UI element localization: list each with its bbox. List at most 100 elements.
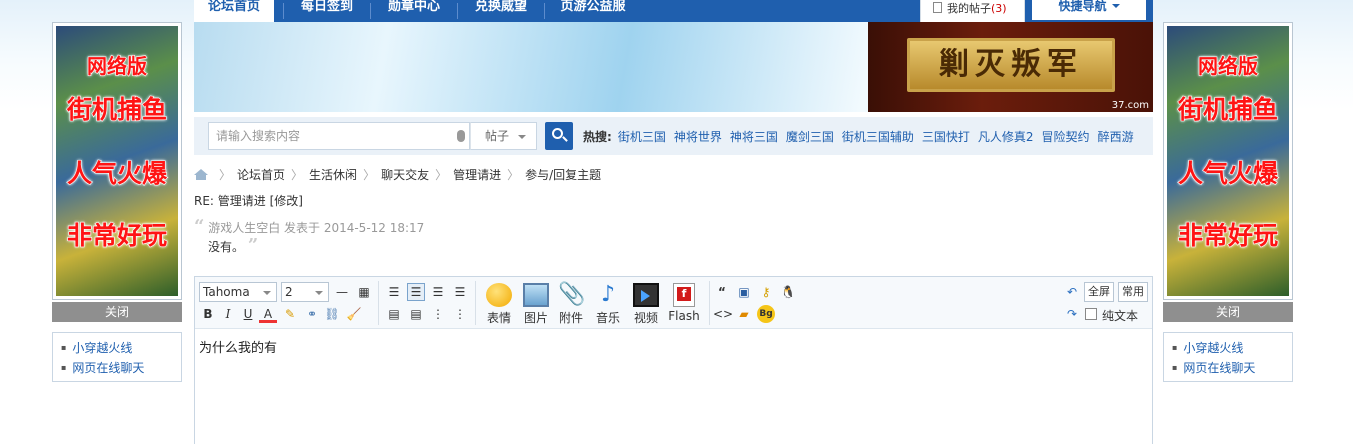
- side-link[interactable]: 小穿越火线: [61, 338, 181, 358]
- game-banner[interactable]: 剿灭叛军 37.com: [194, 22, 1153, 112]
- chevron-down-icon: [263, 291, 271, 295]
- password-key-icon[interactable]: ⚷: [757, 283, 775, 301]
- quick-nav-button[interactable]: 快捷导航: [1032, 0, 1146, 20]
- background-color-icon[interactable]: Bg: [757, 305, 775, 323]
- horizontal-rule-icon[interactable]: —: [333, 283, 351, 301]
- breadcrumb-item[interactable]: 管理请进: [453, 168, 501, 182]
- emoji-label: 表情: [486, 311, 511, 325]
- side-link[interactable]: 网页在线聊天: [1172, 358, 1292, 378]
- source-code-icon[interactable]: <>: [713, 305, 733, 323]
- hot-search-link[interactable]: 街机三国辅助: [842, 130, 914, 144]
- home-icon[interactable]: [194, 169, 208, 180]
- side-link[interactable]: 网页在线聊天: [61, 358, 181, 378]
- nav-tab-exchange[interactable]: 兑换威望: [458, 0, 544, 22]
- nav-tab-checkin[interactable]: 每日签到: [284, 0, 370, 22]
- image-button[interactable]: 图片: [516, 283, 556, 326]
- ordered-list-icon[interactable]: ⋮: [429, 305, 447, 323]
- link-icon[interactable]: ⚭: [303, 305, 321, 323]
- search-type-select[interactable]: 帖子: [470, 122, 537, 150]
- align-right-icon[interactable]: ☰: [451, 283, 469, 301]
- highlight-icon[interactable]: ✎: [281, 305, 299, 323]
- quote-body: 没有。: [208, 240, 245, 254]
- close-quote-icon: ”: [247, 235, 259, 256]
- clear-format-icon[interactable]: 🧹: [345, 305, 363, 323]
- chevron-down-icon: [518, 135, 526, 139]
- float-left-image-icon[interactable]: ▤: [385, 305, 403, 323]
- my-posts-label: 我的帖子: [947, 2, 991, 15]
- microphone-icon[interactable]: [457, 130, 465, 142]
- nav-tab-home[interactable]: 论坛首页: [194, 0, 274, 22]
- ad-close-button[interactable]: 关闭: [1163, 302, 1293, 322]
- ad-image-frame[interactable]: 网络版 街机捕鱼 人气火爆 非常好玩: [52, 22, 182, 300]
- ad-image: 网络版 街机捕鱼 人气火爆 非常好玩: [1167, 26, 1289, 296]
- redo-icon[interactable]: ↷: [1063, 305, 1081, 323]
- attachment-button[interactable]: 📎 附件: [551, 283, 591, 326]
- common-mode-button[interactable]: 常用: [1118, 282, 1148, 302]
- unlink-icon[interactable]: ⛓: [323, 305, 341, 323]
- plain-text-checkbox[interactable]: [1085, 308, 1097, 320]
- underline-icon[interactable]: U: [239, 305, 257, 323]
- hot-search-label: 热搜:: [583, 130, 612, 144]
- breadcrumb-item[interactable]: 聊天交友: [381, 168, 429, 182]
- breadcrumb-item[interactable]: 论坛首页: [237, 168, 285, 182]
- fullscreen-button[interactable]: 全屏: [1084, 282, 1114, 302]
- search-type-value: 帖子: [485, 129, 510, 143]
- qq-icon[interactable]: 🐧: [779, 283, 797, 301]
- editor-toolbar: Tahoma 2 — ▦ B I U A ✎ ⚭ ⛓ 🧹 ☰ ☰ ☰ ☰ ▤ ▤…: [195, 277, 1152, 329]
- nav-tab-medals[interactable]: 勋章中心: [371, 0, 457, 22]
- float-left-icon[interactable]: ☰: [385, 283, 403, 301]
- search-input[interactable]: 请输入搜索内容: [208, 122, 470, 150]
- ad-line: 人气火爆: [1177, 158, 1278, 188]
- ad-close-button[interactable]: 关闭: [52, 302, 182, 322]
- nav-tab-charity-server[interactable]: 页游公益服: [545, 0, 641, 22]
- music-button[interactable]: ♪ 音乐: [588, 283, 628, 326]
- breadcrumb: 〉论坛首页〉生活休闲〉聊天交友〉管理请进〉参与/回复主题: [194, 166, 601, 183]
- ad-line: 街机捕鱼: [1177, 94, 1278, 124]
- free-content-icon[interactable]: ▰: [735, 305, 753, 323]
- emoji-button[interactable]: 表情: [479, 283, 519, 326]
- ad-line: 非常好玩: [1177, 220, 1278, 250]
- bold-icon[interactable]: B: [199, 305, 217, 323]
- chevron-down-icon: [1111, 4, 1120, 8]
- unordered-list-icon[interactable]: ⋮: [451, 305, 469, 323]
- hot-search: 热搜: 街机三国 神将世界 神将三国 魔剑三国 街机三国辅助 三国快打 凡人修真2 冒险契约 醉西…: [583, 128, 1142, 145]
- align-center-icon[interactable]: ☰: [429, 283, 447, 301]
- editor-textarea[interactable]: 为什么我的有: [199, 337, 277, 356]
- left-side-ad: 网络版 街机捕鱼 人气火爆 非常好玩 关闭: [52, 22, 182, 322]
- italic-icon[interactable]: I: [219, 305, 237, 323]
- flash-button[interactable]: f Flash: [663, 283, 705, 323]
- table-icon[interactable]: ▦: [355, 283, 373, 301]
- ad-image-frame[interactable]: 网络版 街机捕鱼 人气火爆 非常好玩: [1163, 22, 1293, 300]
- attachment-label: 附件: [558, 311, 583, 325]
- quick-nav-label: 快捷导航: [1058, 0, 1107, 13]
- hot-search-link[interactable]: 醉西游: [1098, 130, 1134, 144]
- float-right-image-icon[interactable]: ▤: [407, 305, 425, 323]
- left-side-links: 小穿越火线 网页在线聊天: [52, 332, 182, 382]
- hot-search-link[interactable]: 街机三国: [618, 130, 666, 144]
- font-color-icon[interactable]: A: [259, 305, 277, 323]
- ad-line: 网络版: [1197, 53, 1258, 78]
- font-size-select[interactable]: 2: [281, 282, 329, 302]
- search-bar: 请输入搜索内容 帖子 热搜: 街机三国 神将世界 神将三国 魔剑三国 街机三国辅助 三国快打…: [194, 117, 1153, 155]
- code-block-icon[interactable]: ▣: [735, 283, 753, 301]
- font-family-value: Tahoma: [203, 285, 250, 299]
- hot-search-link[interactable]: 三国快打: [922, 130, 970, 144]
- hot-search-link[interactable]: 冒险契约: [1042, 130, 1090, 144]
- smiley-icon: [486, 283, 512, 307]
- quote-block: “ 游戏人生空白 发表于 2014-5-12 18:17 没有。 ”: [194, 218, 424, 256]
- breadcrumb-item[interactable]: 生活休闲: [309, 168, 357, 182]
- side-link[interactable]: 小穿越火线: [1172, 338, 1292, 358]
- hot-search-link[interactable]: 神将三国: [730, 130, 778, 144]
- hot-search-link[interactable]: 凡人修真2: [978, 130, 1034, 144]
- video-button[interactable]: 视频: [626, 283, 666, 326]
- align-left-icon[interactable]: ☰: [407, 283, 425, 301]
- hot-search-link[interactable]: 魔剑三国: [786, 130, 834, 144]
- breadcrumb-current: 参与/回复主题: [525, 168, 602, 182]
- my-posts-count: (3): [991, 2, 1007, 15]
- search-button[interactable]: [545, 122, 573, 150]
- hot-search-link[interactable]: 神将世界: [674, 130, 722, 144]
- font-family-select[interactable]: Tahoma: [199, 282, 277, 302]
- undo-icon[interactable]: ↶: [1063, 283, 1081, 301]
- quote-icon[interactable]: “: [713, 283, 731, 301]
- ad-line: 街机捕鱼: [66, 94, 167, 124]
